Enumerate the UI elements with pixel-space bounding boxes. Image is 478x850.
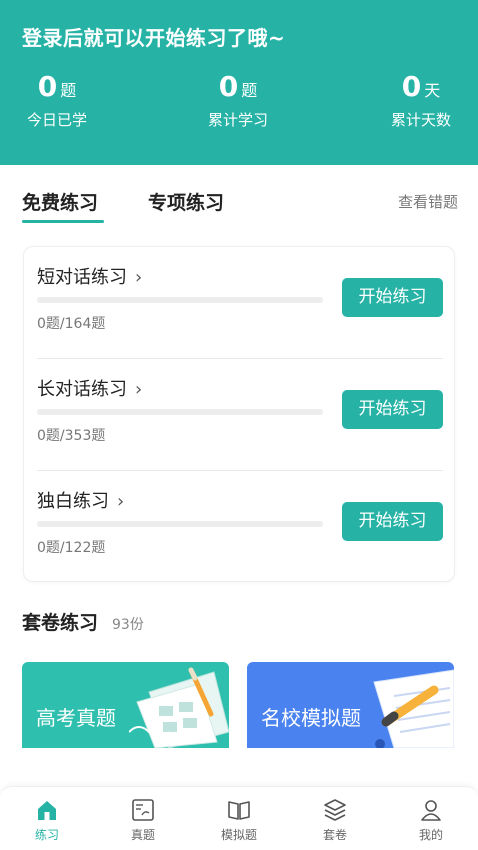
tile-label: 名校模拟题 — [261, 706, 361, 730]
stat-today: 0 题 今日已学 — [0, 70, 117, 130]
practice-item-title[interactable]: 短对话练习 › — [37, 263, 142, 289]
nav-item-mine[interactable]: 我的 — [396, 797, 466, 843]
set-practice-count: 93份 — [112, 617, 144, 633]
progress-bar — [37, 409, 323, 415]
nav-label: 模拟题 — [220, 828, 257, 842]
mock-exam-tile[interactable]: 名校模拟题 — [247, 662, 454, 748]
tab-special-practice[interactable]: 专项练习 — [148, 188, 224, 215]
stat-today-label: 今日已学 — [26, 111, 87, 129]
stat-total-learned-unit: 题 — [241, 81, 258, 100]
nav-item-real-exam[interactable]: 真题 — [108, 797, 178, 843]
gaokao-exam-tile[interactable]: 高考真题 — [22, 662, 229, 748]
practice-item-monologue: 独白练习 › 0题/122题 开始练习 — [37, 471, 443, 583]
stat-total-learned-value: 0 — [218, 70, 239, 103]
practice-item-short-dialogue: 短对话练习 › 0题/164题 开始练习 — [37, 247, 443, 359]
stat-total-days-value: 0 — [401, 70, 422, 103]
practice-tabs: 免费练习 专项练习 查看错题 — [22, 188, 458, 228]
progress-bar — [37, 297, 323, 303]
stat-today-value: 0 — [37, 70, 58, 103]
chevron-right-icon: › — [135, 379, 143, 400]
start-practice-button[interactable]: 开始练习 — [342, 390, 443, 429]
stat-total-days-label: 累计天数 — [390, 111, 451, 129]
nav-item-mock-exam[interactable]: 模拟题 — [204, 797, 274, 843]
nav-label: 我的 — [418, 828, 443, 842]
practice-count: 0题/164题 — [37, 316, 106, 332]
chevron-right-icon: › — [135, 267, 143, 288]
set-practice-title: 套卷练习 — [22, 612, 99, 634]
start-practice-button[interactable]: 开始练习 — [342, 502, 443, 541]
stat-total-learned: 0 题 累计学习 — [178, 70, 298, 130]
practice-count: 0题/353题 — [37, 428, 106, 444]
header-banner: 登录后就可以开始练习了哦~ 0 题 今日已学 0 题 累计学习 0 天 累计天数 — [0, 0, 478, 165]
start-practice-button[interactable]: 开始练习 — [342, 278, 443, 317]
practice-item-label: 独白练习 — [37, 491, 109, 512]
book-icon — [228, 801, 250, 820]
nav-label: 真题 — [130, 828, 155, 842]
stat-total-learned-label: 累计学习 — [207, 111, 268, 129]
practice-list-card: 短对话练习 › 0题/164题 开始练习 长对话练习 › 0题/353题 开始练习 … — [23, 246, 455, 582]
tab-free-practice[interactable]: 免费练习 — [22, 188, 98, 215]
practice-item-title[interactable]: 独白练习 › — [37, 487, 124, 513]
practice-count: 0题/122题 — [37, 540, 106, 556]
stat-today-unit: 题 — [60, 81, 77, 100]
stat-total-days: 0 天 累计天数 — [361, 70, 478, 130]
exam-paper-illustration-icon — [129, 667, 229, 748]
home-icon — [38, 801, 56, 820]
active-tab-indicator — [22, 220, 104, 223]
nav-label: 练习 — [34, 828, 59, 842]
view-wrong-answers-link[interactable]: 查看错题 — [398, 191, 458, 212]
nav-item-test-sets[interactable]: 套卷 — [300, 797, 370, 843]
layers-icon — [324, 799, 346, 821]
set-practice-header: 套卷练习 93份 — [22, 608, 144, 635]
tile-label: 高考真题 — [36, 706, 116, 730]
practice-item-label: 短对话练习 — [37, 267, 127, 288]
progress-bar — [37, 521, 323, 527]
chevron-right-icon: › — [117, 491, 125, 512]
user-icon — [421, 800, 441, 821]
nav-item-practice[interactable]: 练习 — [12, 797, 82, 843]
nav-label: 套卷 — [322, 828, 347, 842]
practice-item-long-dialogue: 长对话练习 › 0题/353题 开始练习 — [37, 359, 443, 471]
practice-item-label: 长对话练习 — [37, 379, 127, 400]
login-prompt[interactable]: 登录后就可以开始练习了哦~ — [22, 22, 285, 51]
practice-item-title[interactable]: 长对话练习 › — [37, 375, 142, 401]
notebook-pen-illustration-icon — [373, 669, 454, 748]
stat-total-days-unit: 天 — [424, 81, 441, 100]
exam-paper-icon — [132, 799, 154, 821]
bottom-navigation: 练习 真题 模拟题 套卷 我的 — [0, 786, 478, 850]
